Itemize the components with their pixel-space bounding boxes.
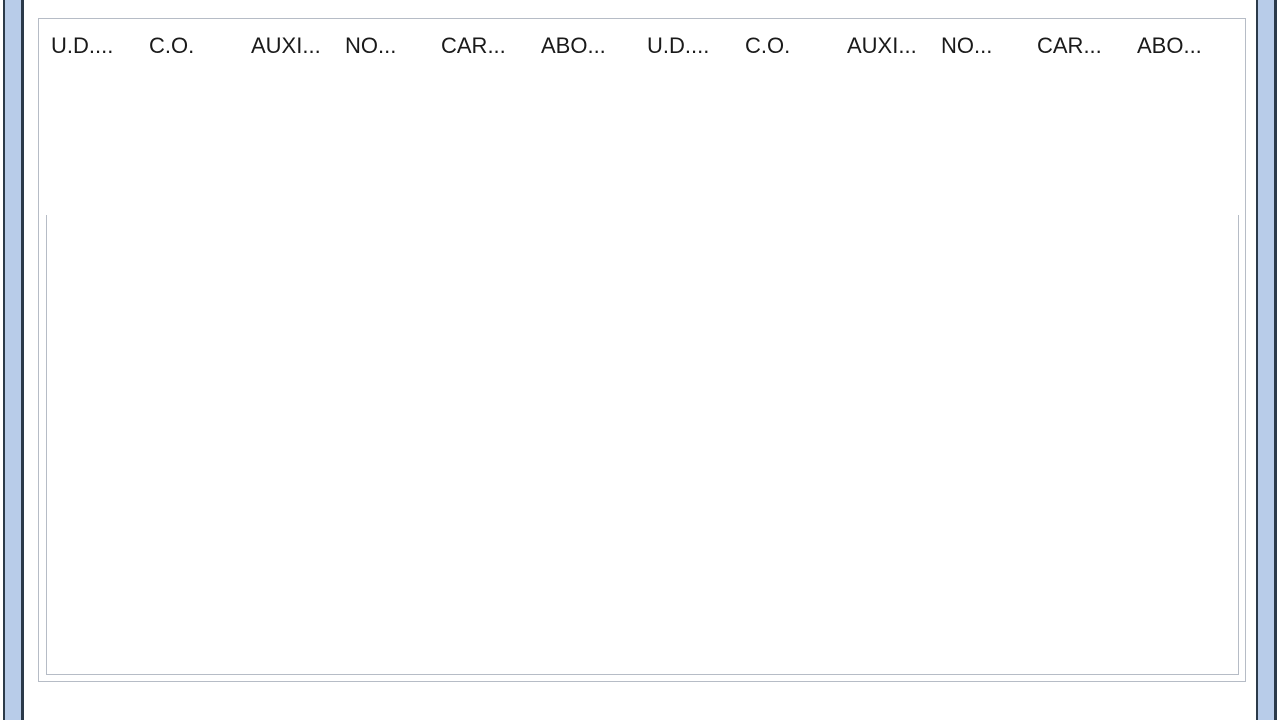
data-grid-panel: U.D.... C.O. AUXI... NO... CAR... ABO... U.D..… [38,18,1246,682]
left-edge-scroll-bar[interactable] [3,0,24,720]
column-header-11[interactable]: ABO... [1137,33,1243,59]
column-header-5[interactable]: ABO... [541,33,647,59]
column-header-0[interactable]: U.D.... [51,33,149,59]
column-header-row: U.D.... C.O. AUXI... NO... CAR... ABO... U.D..… [39,19,1245,73]
column-header-10[interactable]: CAR... [1037,33,1137,59]
column-header-9[interactable]: NO... [941,33,1037,59]
column-header-2[interactable]: AUXI... [251,33,345,59]
column-header-7[interactable]: C.O. [745,33,847,59]
column-header-1[interactable]: C.O. [149,33,251,59]
right-edge-scroll-bar[interactable] [1256,0,1277,720]
column-header-3[interactable]: NO... [345,33,441,59]
data-list-body [47,215,1238,674]
column-header-8[interactable]: AUXI... [847,33,941,59]
column-header-4[interactable]: CAR... [441,33,541,59]
column-header-6[interactable]: U.D.... [647,33,745,59]
app-window: U.D.... C.O. AUXI... NO... CAR... ABO... U.D..… [0,0,1280,720]
data-list-viewport[interactable] [46,215,1239,675]
